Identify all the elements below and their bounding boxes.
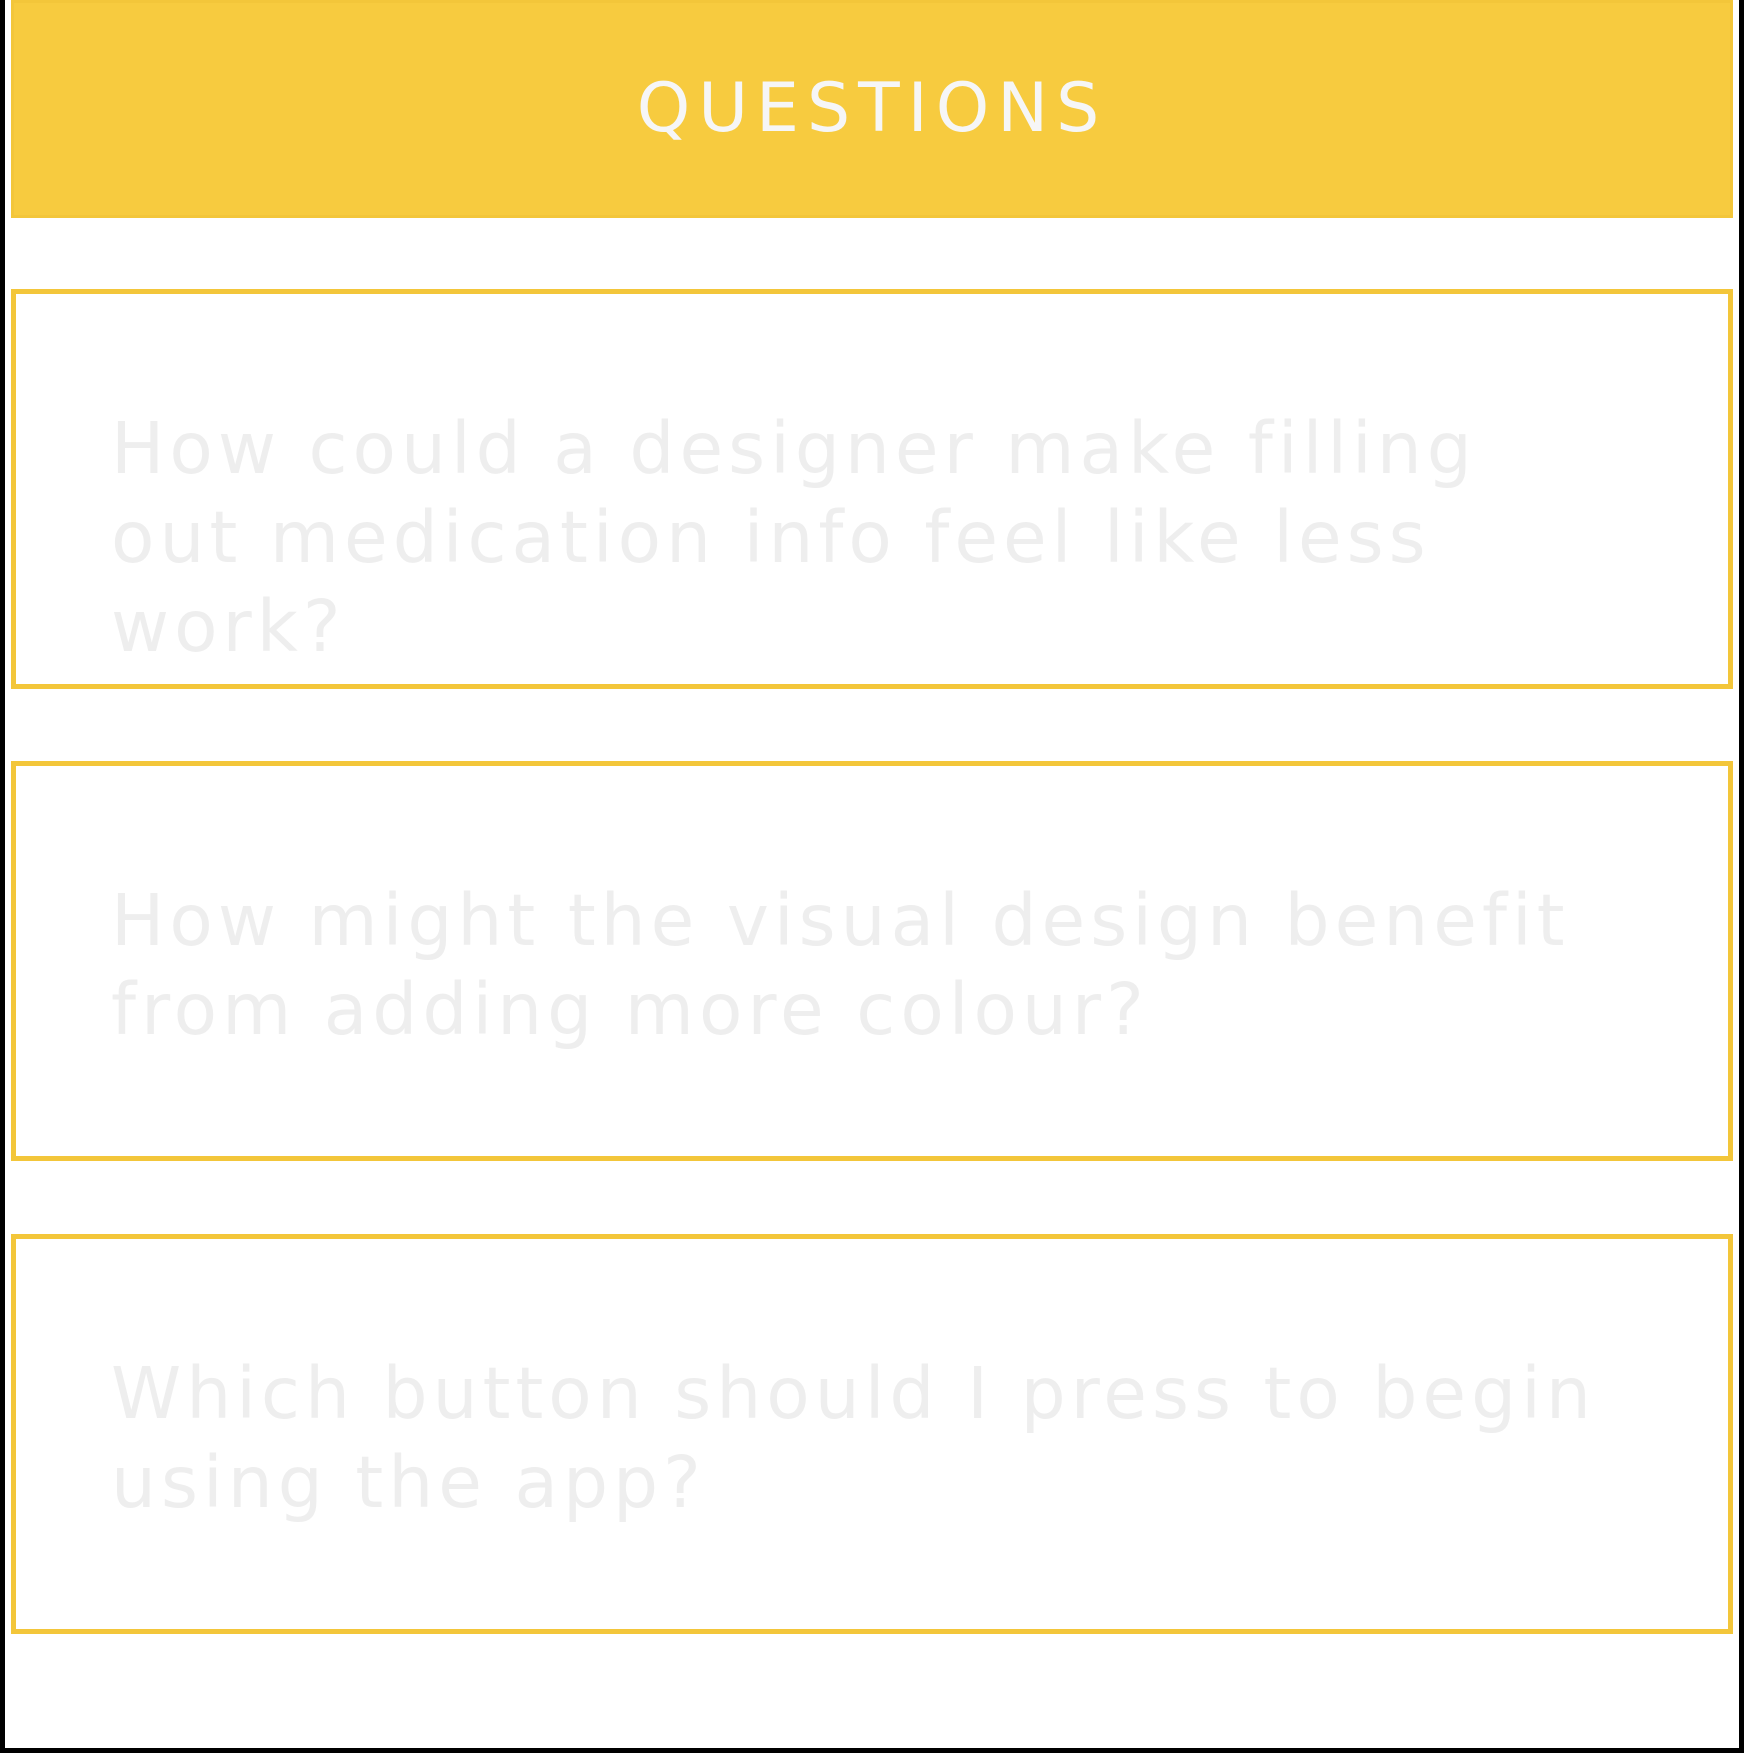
- question-card-2: How might the visual design benefit from…: [11, 761, 1733, 1161]
- question-card-1: How could a designer make filling out me…: [11, 289, 1733, 689]
- questions-panel: QUESTIONS How could a designer make fill…: [5, 0, 1739, 1748]
- question-text-2: How might the visual design benefit from…: [111, 879, 1570, 1051]
- questions-header: QUESTIONS: [11, 0, 1733, 218]
- question-text-1: How could a designer make filling out me…: [111, 407, 1477, 668]
- question-text-3: Which button should I press to begin usi…: [111, 1352, 1596, 1524]
- page-title: QUESTIONS: [636, 69, 1108, 148]
- question-card-3: Which button should I press to begin usi…: [11, 1234, 1733, 1634]
